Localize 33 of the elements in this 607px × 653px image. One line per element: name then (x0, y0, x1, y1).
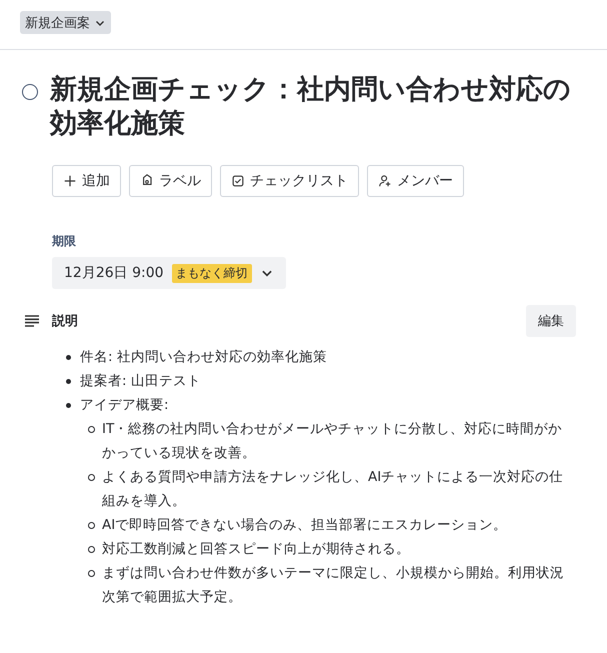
description-icon (24, 313, 40, 329)
due-date: 12月26日 9:00 (64, 264, 164, 282)
bullet-icon (88, 546, 95, 553)
action-button[interactable]: チェックリスト (220, 165, 359, 197)
action-button[interactable]: ラベル (129, 165, 212, 197)
bullet-icon (88, 570, 95, 577)
bullet-icon (66, 355, 71, 360)
list-item: まずは問い合わせ件数が多いテーマに限定し、小規模から開始。利用状況次第で範囲拡大予定。 (102, 564, 565, 607)
bullet-icon (88, 522, 95, 529)
list-item: よくある質問や申請方法をナレッジ化し、AIチャットによる一次対応の仕組みを導入。 (102, 468, 564, 511)
complete-checkbox[interactable] (22, 84, 38, 100)
list-item: 対応工数削減と回答スピード向上が期待される。 (102, 540, 411, 559)
list-item: アイデア概要: (80, 396, 170, 415)
action-button[interactable]: 追加 (52, 165, 121, 197)
list-dropdown[interactable]: 新規企画案 (20, 11, 111, 34)
checkbox-icon (231, 174, 245, 188)
edit-button[interactable]: 編集 (526, 305, 576, 337)
plus-icon (63, 174, 77, 188)
bullet-icon (88, 474, 95, 481)
bullet-icon (88, 426, 95, 433)
description-heading: 説明 (52, 313, 78, 330)
action-button[interactable]: メンバー (367, 165, 464, 197)
add-person-icon (378, 174, 392, 188)
list-item: AIで即時回答できない場合のみ、担当部署にエスカレーション。 (102, 516, 508, 535)
bullet-icon (66, 403, 71, 408)
card-title: 新規企画チェック：社内問い合わせ対応の効率化施策 (50, 73, 572, 141)
list-item: IT・総務の社内問い合わせがメールやチャットに分散し、対応に時間がかかっている現状を改善。 (102, 420, 564, 463)
due-date-button[interactable]: 12月26日 9:00 まもなく締切 (52, 257, 286, 289)
due-soon-badge: まもなく締切 (172, 264, 252, 282)
bullet-icon (66, 379, 71, 384)
due-date-heading: 期限 (52, 233, 77, 250)
list-item: 提案者: 山田テスト (80, 372, 202, 391)
list-item: 件名: 社内問い合わせ対応の効率化施策 (80, 348, 328, 367)
